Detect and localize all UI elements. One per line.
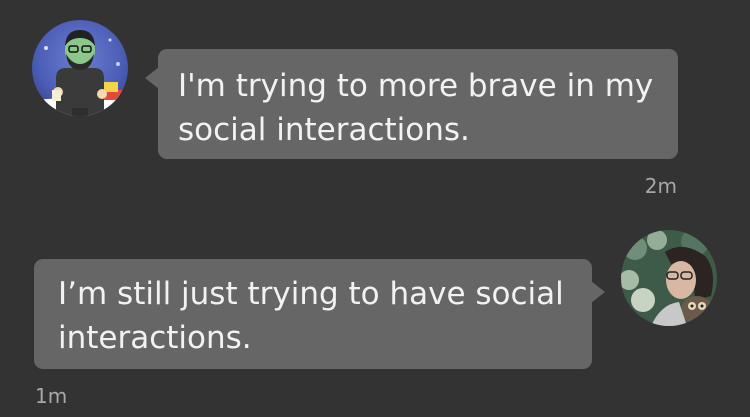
message-timestamp: 2m bbox=[644, 174, 677, 198]
message-text: I’m still just trying to have social int… bbox=[58, 276, 564, 356]
bubble-tail bbox=[145, 67, 159, 89]
message-bubble-incoming[interactable]: I'm trying to more brave in my social in… bbox=[145, 49, 678, 159]
woman-with-owl-avatar-icon[interactable] bbox=[621, 230, 717, 326]
message-text: I'm trying to more brave in my social in… bbox=[178, 68, 654, 148]
message-timestamp: 1m bbox=[35, 384, 68, 408]
message-bubble-outgoing[interactable]: I’m still just trying to have social int… bbox=[34, 259, 605, 369]
cartoon-man-avatar-icon[interactable] bbox=[32, 20, 128, 116]
bubble-tail bbox=[591, 281, 605, 303]
